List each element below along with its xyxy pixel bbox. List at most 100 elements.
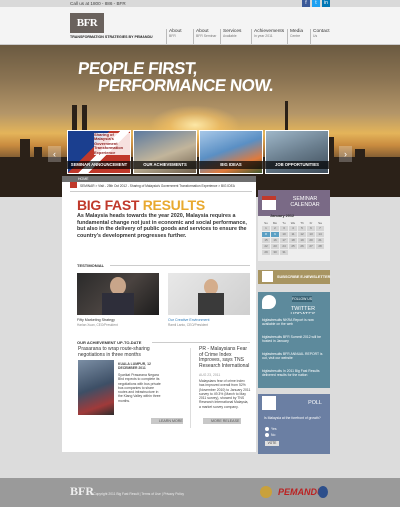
calendar-day[interactable]: 20 (307, 238, 315, 243)
calendar-day-header: Su (264, 221, 268, 225)
nav-services[interactable]: Services Available (220, 29, 241, 44)
thumb-label: OUR ACHIEVEMENTS (133, 161, 197, 169)
calendar-day[interactable]: 19 (298, 238, 306, 243)
nav-sub: BFR Seminar (196, 34, 217, 38)
calendar-day[interactable]: 25 (289, 244, 297, 249)
calendar-day-header: Sa (318, 221, 322, 225)
calendar-day[interactable]: 28 (316, 244, 324, 249)
title-part1: BIG FAST (77, 197, 143, 213)
calendar-month: January 2012 (270, 214, 295, 218)
nav-sub: Centre (290, 34, 301, 38)
calendar-day-header: Tu (282, 221, 286, 225)
calendar-day[interactable]: 22 (262, 244, 270, 249)
poll-radio-yes[interactable] (265, 427, 269, 431)
news-dateline: KUALA LUMPUR, 12 DECEMBER 2011 (118, 362, 151, 371)
calendar-day[interactable]: 21 (316, 238, 324, 243)
nav-contact[interactable]: Contact Us (310, 29, 330, 44)
envelope-icon (262, 271, 273, 282)
skyline-building (34, 147, 42, 197)
calendar-day[interactable]: 23 (271, 244, 279, 249)
divider (152, 342, 250, 343)
calendar-day[interactable]: 9 (271, 232, 279, 237)
calendar-day[interactable]: 10 (280, 232, 288, 237)
calendar-day[interactable]: 3 (280, 226, 288, 231)
learn-more-button[interactable]: LEARN MORE (151, 418, 183, 424)
copyright-text: © Copyright 2011 Big Fast Result | Terms… (90, 492, 184, 496)
calendar-day-header: Fr (309, 221, 313, 225)
calendar-day[interactable]: 8 (262, 232, 270, 237)
calendar-day[interactable]: 29 (262, 250, 270, 255)
more-release-button[interactable]: MORE RELEASE (203, 418, 241, 424)
linkedin-icon[interactable]: in (322, 0, 330, 7)
tweet[interactable]: bigfastresults NKRA Report is now availa… (262, 318, 326, 327)
nav-media[interactable]: Media Centre (287, 29, 303, 44)
divider (70, 191, 252, 192)
news-date: AUG 23, 2011 (199, 373, 221, 377)
calendar-day[interactable]: 6 (307, 226, 315, 231)
facebook-icon[interactable]: f (302, 0, 310, 7)
calendar-day[interactable]: 16 (271, 238, 279, 243)
tweet[interactable]: bigfastresults BFR Summit 2012 will be h… (262, 335, 326, 344)
testimonial-video-1[interactable] (77, 273, 159, 315)
tweet[interactable]: bigfastresults BFR ANNUAL REPORT is out,… (262, 352, 326, 361)
achievement-heading: OUR ACHIEVEMENT UP-TO-DATE (77, 340, 142, 345)
pemandu-logo[interactable]: PEMANDU (278, 487, 324, 497)
calendar-day[interactable]: 12 (298, 232, 306, 237)
breadcrumb: SEMINAR > Visit - 25th Oct 2012 - Sharin… (80, 184, 235, 188)
thumb-label: JOB OPPORTUNITIES (265, 161, 329, 169)
nav-sub: Available (223, 34, 237, 38)
calendar-day[interactable]: 24 (280, 244, 288, 249)
hero-banner (0, 45, 400, 197)
testimonial-heading: TESTIMONIAL (77, 263, 105, 268)
skyline-building (355, 149, 365, 197)
testimonial-video-2[interactable] (168, 273, 250, 315)
calendar-day[interactable]: 17 (280, 238, 288, 243)
news-title[interactable]: PR - Malaysians Fear of Crime Index Impr… (199, 346, 251, 369)
nav-about-seminar[interactable]: About BFR Seminar (193, 29, 216, 44)
news-divider (190, 348, 191, 428)
poll-radio-no[interactable] (265, 433, 269, 437)
intro-text: As Malaysia heads towards the year 2020,… (77, 213, 247, 239)
follow-button[interactable]: FOLLOW US (292, 296, 312, 302)
calendar-day[interactable]: 1 (262, 226, 270, 231)
calendar-day-header: Mo (272, 221, 278, 225)
nav-achievements[interactable]: Achievements In year 2011 (251, 29, 284, 44)
calendar-day[interactable]: 15 (262, 238, 270, 243)
nav-sub: In year 2011 (254, 34, 273, 38)
calendar-day[interactable]: 5 (298, 226, 306, 231)
calendar-day[interactable]: 27 (307, 244, 315, 249)
nav-about-bfr[interactable]: About BFR (166, 29, 182, 44)
newsletter-title[interactable]: SUBSCRIBE E-NEWSLETTER (277, 275, 330, 279)
calendar-day[interactable]: 14 (316, 232, 324, 237)
carousel-prev-button[interactable]: ‹ (48, 146, 61, 162)
top-bar (0, 0, 400, 7)
twitter-icon[interactable]: t (312, 0, 320, 7)
tweet[interactable]: bigfastresults In 2011 Big Fast Results … (262, 369, 326, 378)
calendar-day[interactable]: 31 (280, 250, 288, 255)
calendar-day[interactable]: 18 (289, 238, 297, 243)
hero-slogan-line2: PERFORMANCE NOW. (97, 76, 275, 95)
vote-button[interactable]: VOTE (265, 441, 279, 446)
calendar-day-header: We (290, 221, 296, 225)
news-body: Syarikat Prasarana Negara Bhd expects to… (118, 373, 161, 403)
calendar-day[interactable]: 2 (271, 226, 279, 231)
home-icon[interactable] (70, 182, 77, 188)
nav-sub: Us (313, 34, 318, 38)
calendar-day[interactable]: 11 (289, 232, 297, 237)
poll-title: POLL (308, 400, 322, 406)
calendar-day[interactable]: 4 (289, 226, 297, 231)
divider (110, 265, 250, 266)
calendar-day[interactable]: 7 (316, 226, 324, 231)
calendar-title: SEMINAR CALENDAR (290, 196, 320, 208)
calendar-day[interactable]: 30 (271, 250, 279, 255)
news-image[interactable] (78, 360, 114, 415)
carousel-next-button[interactable]: › (339, 146, 352, 162)
news-title[interactable]: Prasarana to wrap route-sharing negotiat… (78, 346, 170, 358)
calendar-day[interactable]: 13 (307, 232, 315, 237)
footer (0, 478, 400, 507)
bfr-logo[interactable]: BFR (70, 13, 104, 33)
calendar-day[interactable]: 26 (298, 244, 306, 249)
video-sub: Harlan Xuan, CEO/President (77, 323, 118, 327)
thumb-overlay-text: Sharing of Malaysia's Government Transfo… (94, 132, 130, 156)
thumb-label: BIG IDEAS (199, 161, 263, 169)
